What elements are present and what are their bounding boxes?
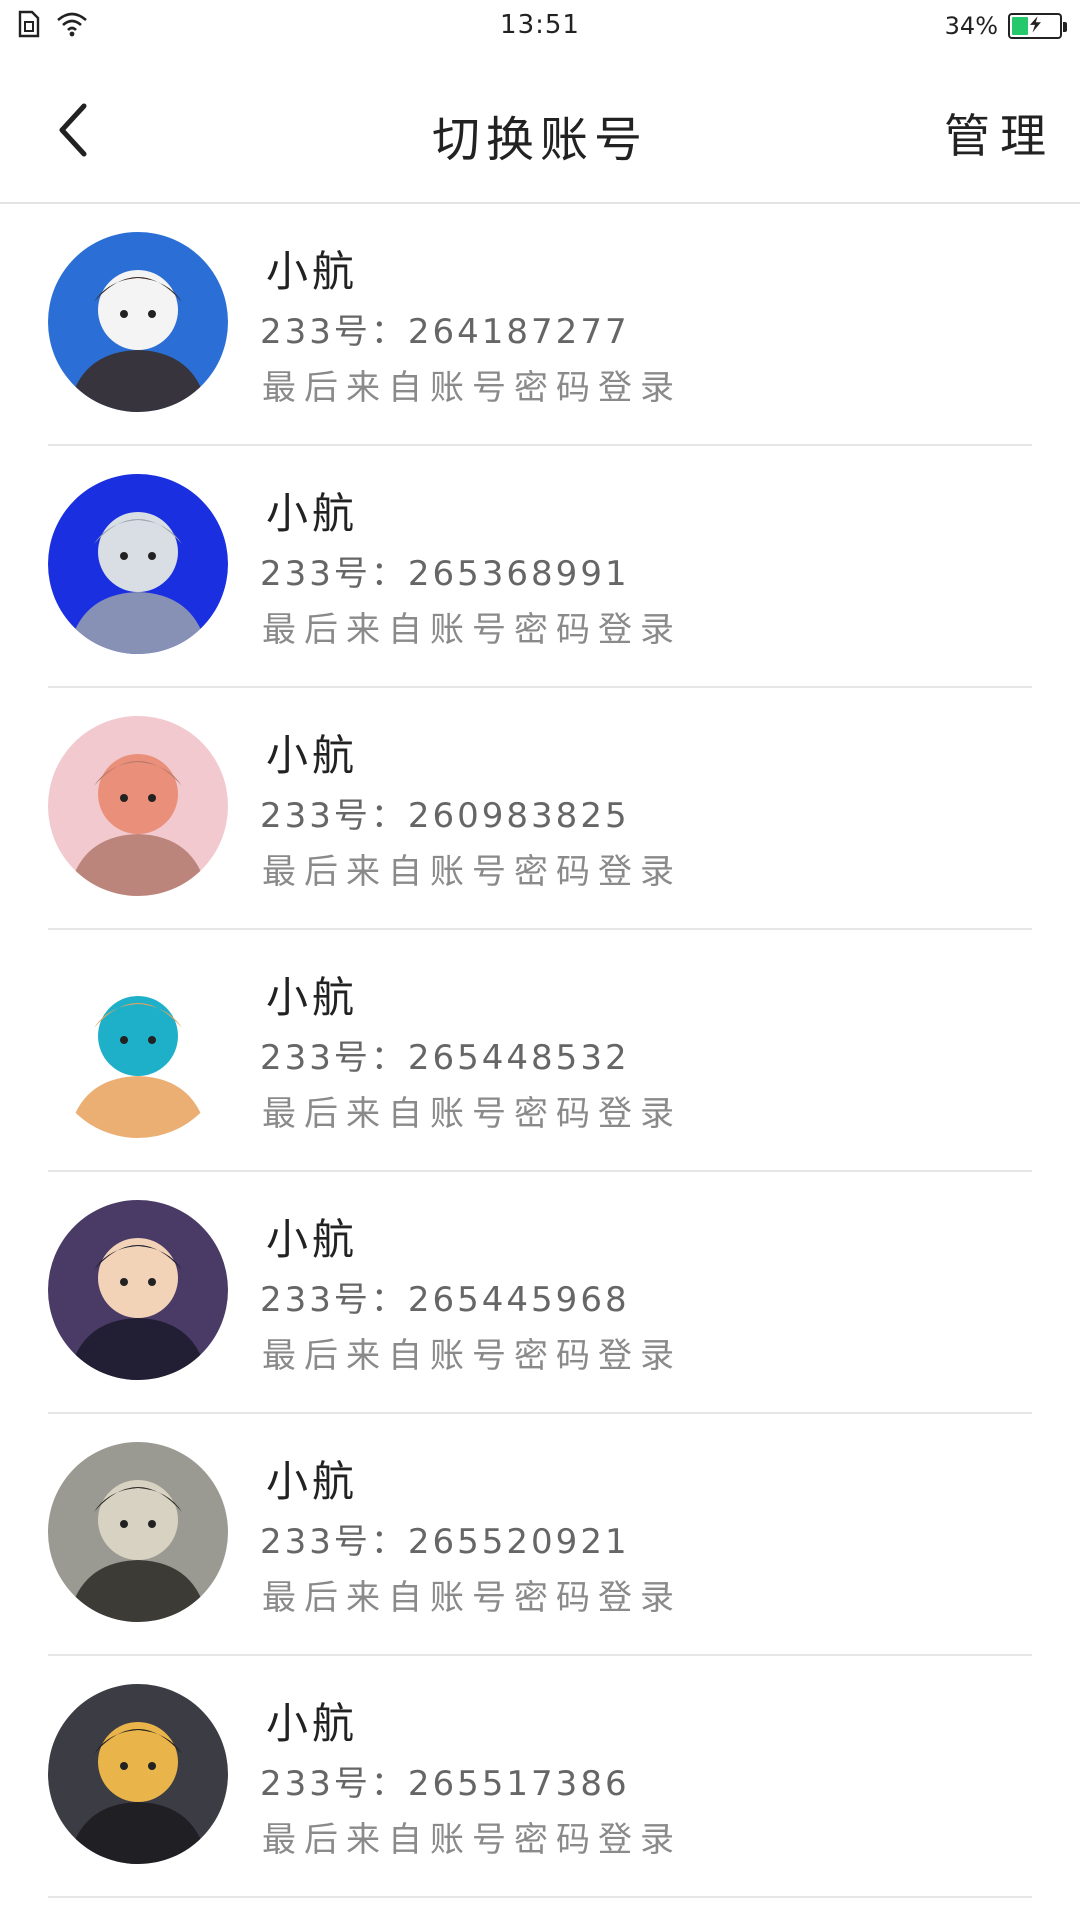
account-list: 小航 233号：264187277 最后来自账号密码登录 小航 233号：2653689… [0, 204, 1080, 1898]
account-id: 233号：265445968 [260, 1280, 630, 1320]
account-login-note: 最后来自账号密码登录 [262, 1336, 682, 1376]
account-name: 小航 [266, 489, 359, 538]
charging-bolt-icon [1029, 16, 1041, 33]
account-avatar [48, 716, 228, 896]
account-avatar [48, 1442, 228, 1622]
account-id: 233号：265520921 [260, 1522, 630, 1562]
account-name: 小航 [266, 1699, 359, 1748]
account-id: 233号：265368991 [260, 554, 630, 594]
account-row[interactable]: 小航 233号：260983825 最后来自账号密码登录 [0, 688, 1080, 930]
account-login-note: 最后来自账号密码登录 [262, 368, 682, 408]
account-row[interactable]: 小航 233号：265448532 最后来自账号密码登录 [0, 930, 1080, 1172]
account-name: 小航 [266, 1215, 359, 1264]
account-row[interactable]: 小航 233号：265520921 最后来自账号密码登录 [0, 1414, 1080, 1656]
account-login-note: 最后来自账号密码登录 [262, 1820, 682, 1860]
account-login-note: 最后来自账号密码登录 [262, 1094, 682, 1134]
account-id: 233号：260983825 [260, 796, 630, 836]
account-row[interactable]: 小航 233号：265368991 最后来自账号密码登录 [0, 446, 1080, 688]
account-avatar [48, 232, 228, 412]
status-right: 34% [944, 12, 1067, 40]
top-app-bar: 切换账号 管理 [0, 56, 1080, 204]
account-avatar [48, 958, 228, 1138]
account-id: 233号：265448532 [260, 1038, 630, 1078]
status-bar: 13:51 34% [0, 0, 1080, 56]
account-name: 小航 [266, 973, 359, 1022]
account-name: 小航 [266, 247, 359, 296]
account-row[interactable]: 小航 233号：264187277 最后来自账号密码登录 [0, 204, 1080, 446]
battery-icon [1008, 13, 1067, 39]
page-title: 切换账号 [431, 112, 648, 168]
account-avatar [48, 474, 228, 654]
account-login-note: 最后来自账号密码登录 [262, 1578, 682, 1618]
row-divider [48, 1896, 1032, 1898]
account-id: 233号：264187277 [260, 312, 630, 352]
account-name: 小航 [266, 1457, 359, 1506]
account-avatar [48, 1200, 228, 1380]
account-id: 233号：265517386 [260, 1764, 630, 1804]
account-login-note: 最后来自账号密码登录 [262, 852, 682, 892]
account-name: 小航 [266, 731, 359, 780]
manage-button[interactable]: 管理 [944, 100, 1056, 166]
account-row[interactable]: 小航 233号：265445968 最后来自账号密码登录 [0, 1172, 1080, 1414]
battery-percent: 34% [944, 12, 998, 40]
account-login-note: 最后来自账号密码登录 [262, 610, 682, 650]
status-time: 13:51 [500, 10, 580, 40]
account-row[interactable]: 小航 233号：265517386 最后来自账号密码登录 [0, 1656, 1080, 1898]
account-avatar [48, 1684, 228, 1864]
